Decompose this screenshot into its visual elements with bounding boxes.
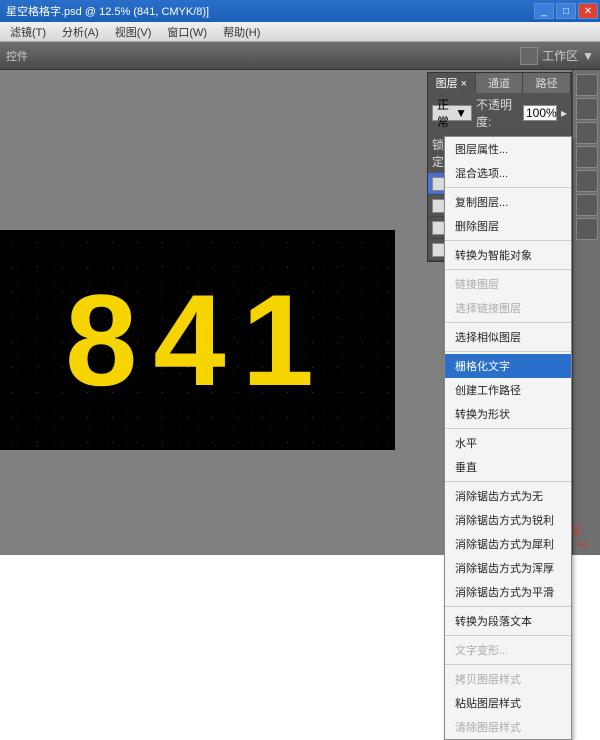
context-menu-item: 清除图层样式	[445, 715, 571, 739]
tab-channels[interactable]: 通道	[476, 73, 524, 93]
blend-mode-select[interactable]: 正常▼	[432, 105, 472, 121]
workspace-label: 工作区	[542, 47, 578, 64]
title-bar: 星空格格字.psd @ 12.5% (841, CMYK/8)] _ □ ✕	[0, 0, 600, 22]
text-layer-content: 841	[65, 265, 330, 415]
tab-paths[interactable]: 路径	[523, 73, 571, 93]
context-menu-item[interactable]: 转换为段落文本	[445, 609, 571, 633]
tool-icon[interactable]	[576, 218, 598, 240]
context-menu-item[interactable]: 消除锯齿方式为平滑	[445, 580, 571, 604]
context-menu-item: 文字变形...	[445, 638, 571, 662]
context-menu-item[interactable]: 转换为形状	[445, 402, 571, 426]
context-menu-item[interactable]: 垂直	[445, 455, 571, 479]
toolbar-label: 控件	[6, 48, 28, 64]
layer-context-menu: 图层属性...混合选项... 复制图层...删除图层转换为智能对象链接图层选择链接…	[444, 136, 572, 740]
context-menu-item[interactable]: 消除锯齿方式为浑厚	[445, 556, 571, 580]
context-menu-item[interactable]: 混合选项...	[445, 161, 571, 185]
maximize-button[interactable]: □	[556, 3, 576, 19]
workspace-icon	[520, 47, 538, 65]
context-menu-item[interactable]: 栅格化文字	[445, 354, 571, 378]
tool-icon[interactable]	[576, 74, 598, 96]
opacity-input[interactable]: 100%	[523, 105, 557, 121]
window-controls: _ □ ✕	[534, 3, 598, 19]
tool-icon[interactable]	[576, 122, 598, 144]
context-menu-item[interactable]: 转换为智能对象	[445, 243, 571, 267]
context-menu-item: 拷贝图层样式	[445, 667, 571, 691]
close-button[interactable]: ✕	[578, 3, 598, 19]
context-menu-item[interactable]: 选择相似图层	[445, 325, 571, 349]
tool-icon[interactable]	[576, 146, 598, 168]
options-bar: 控件 工作区 ▼	[0, 42, 600, 70]
window-title: 星空格格字.psd @ 12.5% (841, CMYK/8)]	[2, 3, 209, 19]
tool-icon[interactable]	[576, 194, 598, 216]
context-menu-item[interactable]: 图层属性...	[445, 137, 571, 161]
context-menu-item[interactable]: 创建工作路径	[445, 378, 571, 402]
workspace-switcher[interactable]: 工作区 ▼	[520, 47, 594, 65]
context-menu-item[interactable]: 消除锯齿方式为锐利	[445, 508, 571, 532]
menu-view[interactable]: 视图(V)	[109, 22, 158, 42]
context-menu-item[interactable]: 删除图层	[445, 214, 571, 238]
menu-filter[interactable]: 滤镜(T)	[4, 22, 52, 42]
context-menu-item[interactable]: 消除锯齿方式为犀利	[445, 532, 571, 556]
context-menu-item[interactable]: 水平	[445, 431, 571, 455]
context-menu-item[interactable]: 复制图层...	[445, 190, 571, 214]
minimize-button[interactable]: _	[534, 3, 554, 19]
tab-layers[interactable]: 图层 ×	[428, 73, 476, 93]
tool-icon[interactable]	[576, 98, 598, 120]
context-menu-item[interactable]: 消除锯齿方式为无	[445, 484, 571, 508]
right-toolbar	[572, 70, 600, 555]
menu-window[interactable]: 窗口(W)	[161, 22, 213, 42]
chevron-right-icon[interactable]: ▸	[561, 106, 567, 120]
menu-analysis[interactable]: 分析(A)	[56, 22, 105, 42]
chevron-down-icon: ▼	[582, 49, 594, 63]
document-artwork: 841	[0, 230, 395, 450]
opacity-label: 不透明度:	[476, 96, 519, 130]
context-menu-item: 链接图层	[445, 272, 571, 296]
tool-icon[interactable]	[576, 170, 598, 192]
context-menu-item: 选择链接图层	[445, 296, 571, 320]
menu-help[interactable]: 帮助(H)	[217, 22, 266, 42]
context-menu-item[interactable]: 粘贴图层样式	[445, 691, 571, 715]
menu-bar: 滤镜(T) 分析(A) 视图(V) 窗口(W) 帮助(H)	[0, 22, 600, 42]
